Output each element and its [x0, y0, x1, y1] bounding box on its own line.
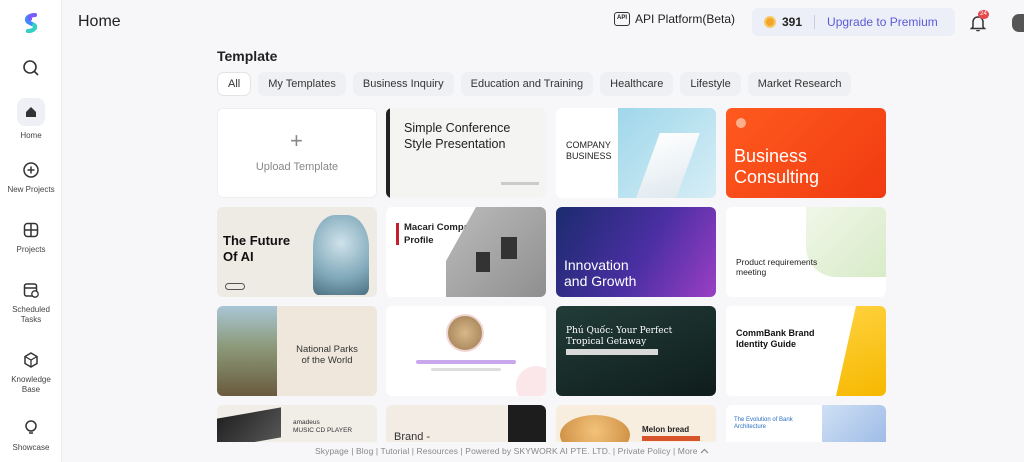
sidebar-item-projects[interactable]: Projects	[0, 220, 62, 255]
template-card[interactable]: Product requirements meeting	[726, 207, 886, 297]
sidebar-item-new-projects[interactable]: New Projects	[0, 160, 62, 195]
bread-image	[560, 415, 630, 442]
home-icon-pill	[17, 98, 45, 126]
template-title: Product requirements meeting	[736, 257, 818, 277]
template-title: Innovation and Growth	[564, 257, 637, 289]
chevron-up-icon[interactable]	[700, 448, 709, 454]
template-card[interactable]: Melon bread	[556, 405, 716, 442]
template-title: National Parks of the World	[296, 344, 358, 366]
text-placeholder	[431, 368, 501, 371]
window	[501, 237, 517, 259]
template-card[interactable]: National Parks of the World	[217, 306, 377, 396]
template-card[interactable]: Brand -	[386, 405, 546, 442]
template-card[interactable]: The Evolution of Bank Architecture	[726, 405, 886, 442]
template-title: The Future Of AI	[223, 233, 291, 264]
accent-strip	[386, 108, 390, 198]
credit-count: 391	[782, 15, 803, 29]
sidebar-item-label: Scheduled Tasks	[12, 305, 50, 324]
building-shape	[636, 133, 700, 198]
footer-links[interactable]: Skypage | Blog | Tutorial | Resources | …	[315, 446, 698, 456]
template-title: Simple Conference Style Presentation	[404, 121, 511, 151]
cube-icon	[24, 352, 38, 368]
text-placeholder	[416, 360, 516, 364]
top-bar: Home API API Platform(Beta) 391 Upgrade …	[62, 0, 1024, 44]
premium-bar[interactable]: 391 Upgrade to Premium	[752, 8, 955, 36]
template-card[interactable]: COMPANY BUSINESS	[556, 108, 716, 198]
decor-dot	[736, 118, 746, 128]
sidebar-item-label: Home	[20, 131, 42, 140]
template-title: COMPANY BUSINESS	[566, 140, 612, 161]
sidebar: Home New Projects Projects Scheduled Tas…	[0, 0, 62, 462]
robot-image	[313, 215, 369, 295]
skywork-logo[interactable]	[20, 12, 42, 34]
upload-template-label: Upload Template	[255, 161, 339, 173]
decor-line	[501, 182, 539, 185]
architecture-image	[822, 405, 886, 442]
template-title: Business Consulting	[734, 146, 820, 187]
template-card[interactable]: CommBank Brand Identity Guide	[726, 306, 886, 396]
search-icon	[23, 60, 39, 76]
template-card[interactable]: amadeus MUSIC CD PLAYER	[217, 405, 377, 442]
template-card[interactable]: Innovation and Growth	[556, 207, 716, 297]
sidebar-item-label: Knowledge Base	[11, 375, 51, 394]
sidebar-item-label: New Projects	[7, 185, 55, 194]
cat-image	[446, 314, 484, 352]
calendar-clock-icon	[23, 283, 39, 298]
search-button[interactable]	[0, 58, 62, 78]
decor-circle	[516, 366, 546, 396]
upgrade-premium-button[interactable]: Upgrade to Premium	[827, 15, 938, 29]
template-title: amadeus MUSIC CD PLAYER	[293, 419, 353, 434]
template-card[interactable]: The Future Of AI	[217, 207, 377, 297]
plus-icon: +	[290, 128, 303, 153]
decor-button	[225, 283, 245, 290]
lightbulb-icon	[25, 420, 37, 434]
footer: Skypage | Blog | Tutorial | Resources | …	[0, 446, 1024, 456]
sidebar-item-knowledge-base[interactable]: Knowledge Base	[0, 350, 62, 395]
tab-business-inquiry[interactable]: Business Inquiry	[352, 72, 454, 96]
plus-circle-icon	[23, 162, 39, 178]
sidebar-item-scheduled-tasks[interactable]: Scheduled Tasks	[0, 280, 62, 325]
cd-player-image	[217, 407, 281, 442]
tab-lifestyle[interactable]: Lifestyle	[680, 72, 741, 96]
divider	[814, 15, 816, 29]
api-platform-label: API Platform(Beta)	[635, 12, 736, 26]
template-title: CommBank Brand Identity Guide	[736, 328, 815, 349]
section-title: Template	[217, 48, 278, 64]
tab-healthcare[interactable]: Healthcare	[600, 72, 674, 96]
home-icon	[26, 107, 36, 117]
grid-icon	[23, 222, 39, 238]
sidebar-item-home[interactable]: Home	[0, 98, 62, 141]
page-title: Home	[78, 13, 121, 30]
template-title: Melon bread	[642, 425, 690, 434]
template-card[interactable]	[386, 306, 546, 396]
decor-shape	[806, 207, 886, 277]
subtitle-bar	[566, 349, 658, 355]
avatar[interactable]	[1012, 14, 1024, 32]
api-icon: API	[614, 12, 630, 26]
template-card[interactable]: Business Consulting	[726, 108, 886, 198]
building-image	[618, 108, 716, 198]
api-platform-button[interactable]: API API Platform(Beta)	[614, 12, 735, 26]
accent-bar	[396, 223, 399, 245]
template-title: The Evolution of Bank Architecture	[734, 417, 793, 430]
template-title: Phú Quốc: Your Perfect Tropical Getaway	[566, 326, 673, 347]
sidebar-item-label: Projects	[16, 245, 46, 254]
category-tabs: All My Templates Business Inquiry Educat…	[217, 72, 852, 96]
dark-panel	[508, 405, 546, 442]
tab-market-research[interactable]: Market Research	[747, 72, 852, 96]
tab-education-training[interactable]: Education and Training	[460, 72, 594, 96]
upload-template-card[interactable]: + Upload Template	[217, 108, 377, 198]
landscape-image	[217, 306, 277, 396]
tab-all[interactable]: All	[217, 72, 252, 96]
tab-my-templates[interactable]: My Templates	[258, 72, 346, 96]
window	[476, 252, 490, 272]
accent-shape	[836, 306, 886, 396]
subtitle-bar	[642, 436, 700, 441]
template-card[interactable]: Simple Conference Style Presentation	[386, 108, 546, 198]
coin-icon	[764, 16, 776, 28]
template-card[interactable]: Macari Company Profile	[386, 207, 546, 297]
template-title: Brand -	[394, 431, 431, 442]
template-card[interactable]: Phú Quốc: Your Perfect Tropical Getaway	[556, 306, 716, 396]
notification-badge: 24	[978, 10, 989, 19]
